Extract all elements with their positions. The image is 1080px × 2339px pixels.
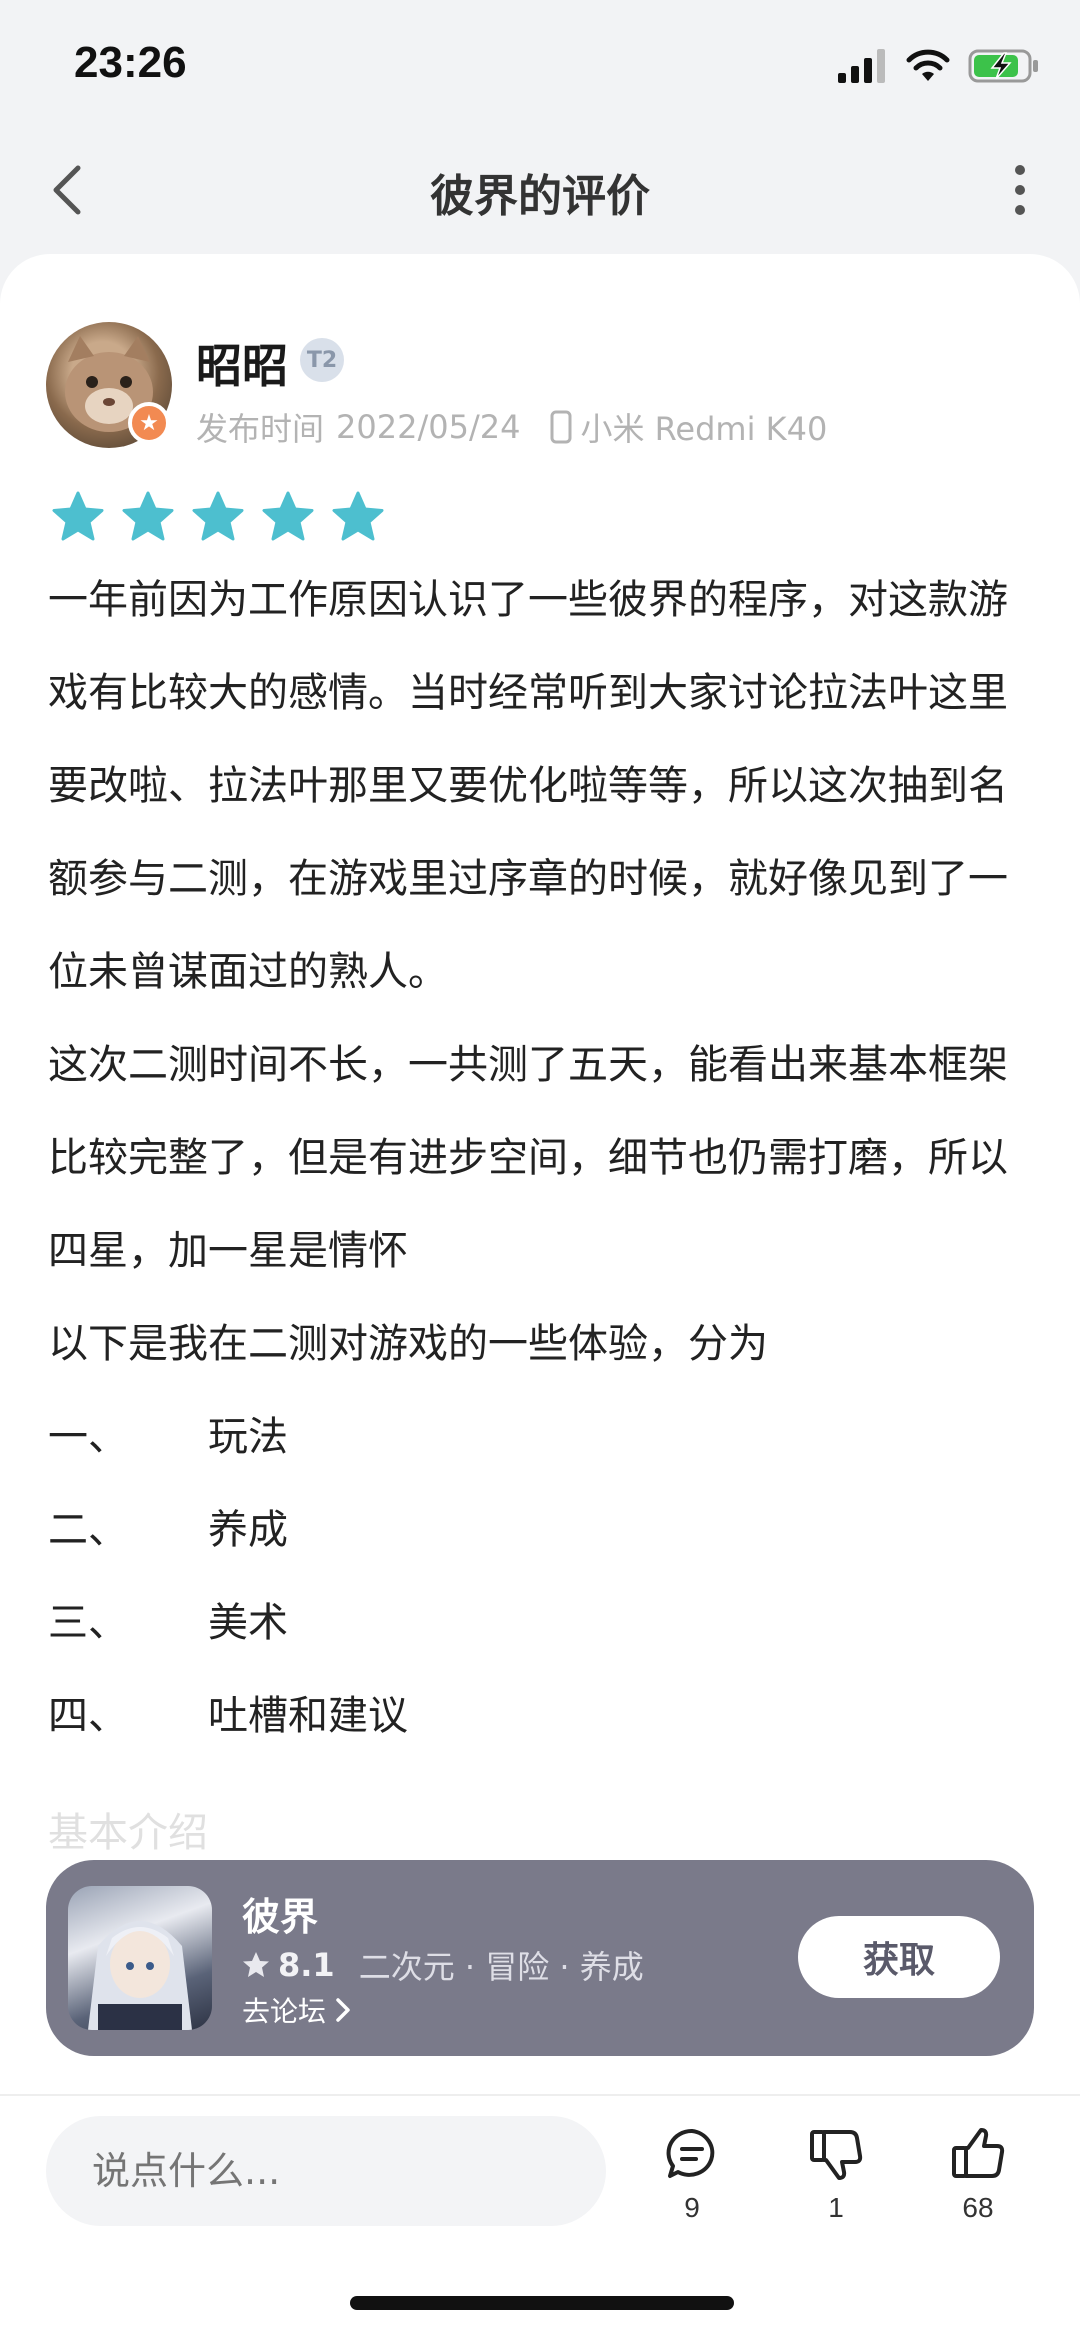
publish-label: 发布时间 [196, 410, 325, 448]
nav-bar: 彼界的评价 [0, 130, 1080, 250]
list-item: 四、 吐槽和建议 [48, 1693, 408, 1739]
app-tags: 二次元 · 冒险 · 养成 [358, 1948, 644, 1986]
status-time: 23:26 [74, 38, 187, 87]
review-paragraph-3: 以下是我在二测对游戏的一些体验，分为 [48, 1321, 768, 1367]
comment-input[interactable] [46, 2116, 606, 2226]
review-paragraph-2: 这次二测时间不长，一共测了五天，能看出来基本框架比较完整了，但是有进步空间，细节… [48, 1042, 1008, 1274]
list-item: 三、 美术 [48, 1600, 288, 1646]
app-card[interactable]: 彼界 8.1 二次元 · 冒险 · 养成 去论坛 获取 [46, 1860, 1034, 2056]
publish-date: 2022/05/24 [336, 408, 521, 446]
user-badge-icon: ★ [128, 402, 170, 444]
star-icon [262, 491, 314, 541]
app-name: 彼界 [242, 1895, 319, 1939]
user-name[interactable]: 昭昭 [196, 330, 288, 396]
home-indicator[interactable] [350, 2296, 734, 2310]
status-icons [838, 46, 1040, 86]
star-icon [243, 1952, 269, 1977]
wifi-icon [906, 49, 950, 81]
thumbs-up-icon [952, 2128, 1005, 2178]
star-icon [332, 491, 384, 541]
thumbs-down-icon [810, 2130, 863, 2180]
more-options-icon[interactable] [990, 160, 1050, 220]
comment-icon [666, 2128, 715, 2178]
list-item: 一、 玩法 [48, 1414, 288, 1460]
star-icon [192, 491, 244, 541]
list-item: 二、 养成 [48, 1507, 288, 1553]
app-icon[interactable] [68, 1886, 212, 2030]
device-name: 小米 Redmi K40 [580, 410, 828, 448]
star-icon [52, 491, 104, 541]
review-meta: 发布时间 2022/05/24 小米 Redmi K40 [196, 404, 827, 450]
signal-icon [838, 49, 885, 83]
dislike-count: 1 [828, 2192, 844, 2223]
star-rating [50, 490, 386, 546]
app-rating: 8.1 二次元 · 冒险 · 养成 [242, 1942, 644, 1988]
page-title: 彼界的评价 [430, 171, 650, 222]
like-count: 68 [962, 2192, 994, 2223]
dislike-button[interactable]: 1 [786, 2126, 886, 2224]
status-bar: 23:26 [0, 0, 1080, 130]
battery-charging-icon [968, 49, 1038, 83]
review-paragraph-1: 一年前因为工作原因认识了一些彼界的程序，对这款游戏有比较大的感情。当时经常听到大… [48, 577, 1008, 995]
user-level-badge: T2 [300, 338, 344, 382]
next-section-heading: 基本介绍 [48, 1810, 208, 1856]
forum-link[interactable]: 去论坛 [242, 1990, 352, 2030]
like-button[interactable]: 68 [928, 2126, 1028, 2224]
get-app-button[interactable]: 获取 [798, 1916, 1000, 1998]
phone-icon [550, 410, 572, 444]
star-icon [122, 491, 174, 541]
review-body: 一年前因为工作原因认识了一些彼界的程序，对这款游戏有比较大的感情。当时经常听到大… [48, 554, 1038, 1763]
comment-button[interactable]: 9 [642, 2126, 742, 2224]
comment-count: 9 [684, 2192, 700, 2223]
chevron-right-icon [336, 1998, 350, 2022]
device-info: 小米 Redmi K40 [550, 404, 827, 450]
game-character-icon [88, 1921, 192, 2030]
app-score: 8.1 [278, 1946, 335, 1984]
